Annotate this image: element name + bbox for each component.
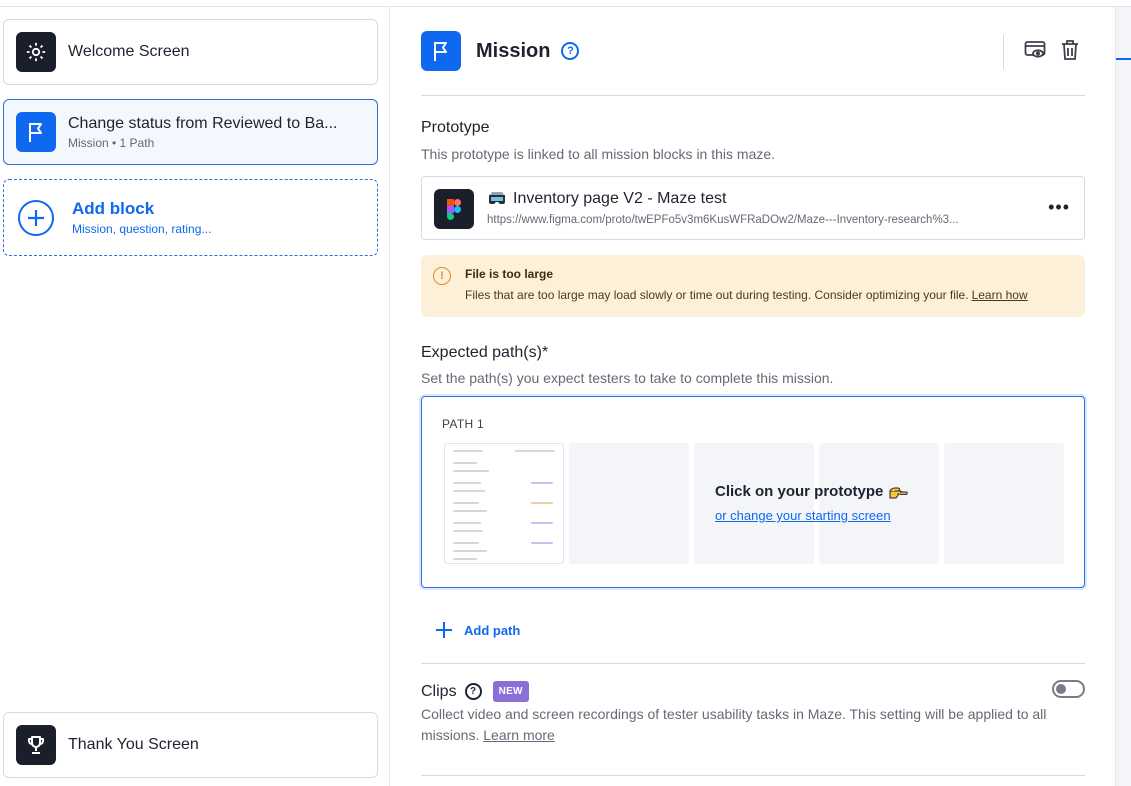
help-icon[interactable]: ?	[464, 683, 482, 700]
add-path-button[interactable]: Add path	[435, 621, 520, 639]
start-screen-thumbnail[interactable]	[444, 443, 564, 564]
more-options-icon[interactable]: •••	[1048, 198, 1070, 216]
prototype-heading: Prototype	[421, 119, 490, 136]
header-actions	[1003, 35, 1080, 69]
prototype-name: Inventory page V2 - Maze test	[513, 190, 727, 207]
section-divider	[421, 95, 1085, 96]
block-subtitle: Mission • 1 Path	[68, 135, 155, 150]
figma-icon	[434, 189, 474, 229]
flag-icon	[16, 112, 56, 152]
warning-text: Files that are too large may load slowly…	[465, 288, 969, 302]
editor-header: Mission ?	[421, 31, 580, 71]
clips-toggle[interactable]	[1052, 680, 1085, 698]
new-badge: NEW	[492, 681, 529, 702]
mission-block[interactable]: Change status from Reviewed to Ba... Mis…	[3, 99, 378, 165]
cta-title: Click on your prototype	[715, 483, 884, 500]
trophy-icon	[16, 725, 56, 765]
add-block-label: Add block	[72, 199, 155, 218]
block-sidebar: Welcome Screen Change status from Review…	[0, 7, 390, 786]
learn-how-link[interactable]: Learn how	[972, 288, 1028, 302]
plus-icon	[435, 621, 453, 639]
clips-header: Clips ? NEW	[421, 681, 529, 702]
prototype-url: https://www.figma.com/proto/twEPFo5v3m6K…	[487, 214, 959, 226]
path-label: PATH 1	[442, 417, 485, 431]
block-title: Change status from Reviewed to Ba...	[68, 114, 338, 132]
expected-paths-heading: Expected path(s)*	[421, 344, 549, 361]
preview-icon[interactable]	[1024, 40, 1046, 65]
section-divider	[421, 663, 1085, 664]
gear-icon	[16, 32, 56, 72]
welcome-screen-block[interactable]: Welcome Screen	[3, 19, 378, 85]
warning-title: File is too large	[465, 267, 554, 281]
mission-editor: Mission ? Prototype This prototype is li…	[391, 7, 1115, 786]
block-title: Thank You Screen	[68, 736, 199, 753]
prototype-description: This prototype is linked to all mission …	[421, 146, 776, 162]
block-title: Welcome Screen	[68, 43, 190, 60]
thank-you-screen-block[interactable]: Thank You Screen	[3, 712, 378, 778]
pointing-hand-icon	[888, 484, 909, 500]
expected-paths-description: Set the path(s) you expect testers to ta…	[421, 370, 834, 386]
clips-heading: Clips	[421, 682, 457, 700]
path-editor[interactable]: PATH 1 Click on your prototype or change…	[421, 396, 1085, 588]
active-tab-indicator	[1116, 58, 1131, 60]
learn-more-link[interactable]: Learn more	[483, 727, 555, 743]
right-panel-edge	[1115, 7, 1131, 786]
prototype-card[interactable]: Inventory page V2 - Maze test https://ww…	[421, 176, 1085, 240]
page-title: Mission	[476, 39, 551, 62]
screen-placeholder	[569, 443, 689, 564]
change-starting-screen-link[interactable]: or change your starting screen	[715, 508, 908, 523]
help-icon[interactable]: ?	[561, 42, 580, 60]
warning-icon: !	[433, 267, 451, 285]
plus-circle-icon	[18, 199, 54, 236]
path-cta: Click on your prototype or change your s…	[715, 483, 909, 523]
file-size-warning: ! File is too large Files that are too l…	[421, 255, 1085, 317]
add-block-hint: Mission, question, rating...	[72, 222, 212, 236]
trash-icon[interactable]	[1060, 39, 1080, 66]
flag-icon	[421, 31, 461, 71]
add-path-label: Add path	[464, 622, 521, 638]
vr-goggles-icon	[487, 191, 507, 207]
toggle-knob	[1056, 684, 1066, 694]
add-block-button[interactable]: Add block Mission, question, rating...	[3, 179, 378, 256]
screen-placeholder	[944, 443, 1064, 564]
section-divider	[421, 775, 1085, 776]
